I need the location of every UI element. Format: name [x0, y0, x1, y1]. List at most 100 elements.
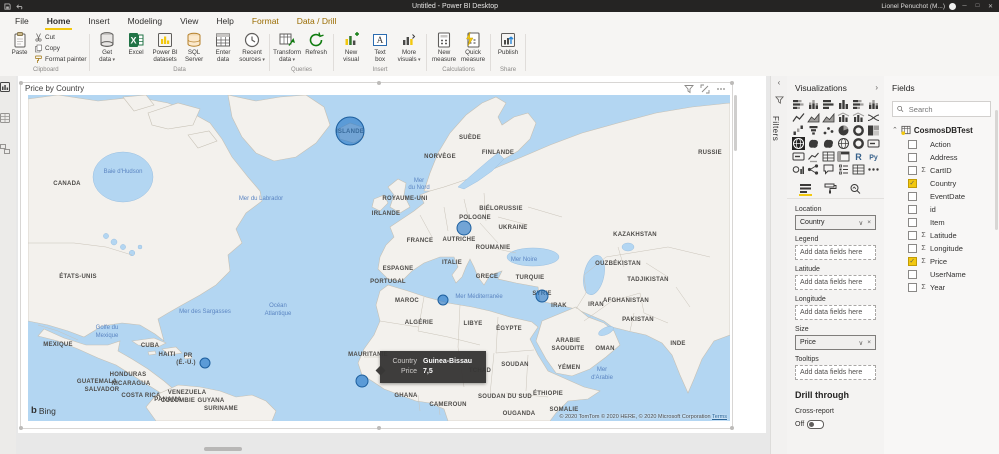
- viz-type-stacked-area-chart-icon[interactable]: [822, 111, 835, 124]
- well-legend[interactable]: Add data fields here: [795, 245, 876, 260]
- new-measure-button[interactable]: New measure: [430, 31, 459, 63]
- ribbon-tab-format[interactable]: Format: [243, 12, 288, 30]
- viz-type-map-icon[interactable]: [792, 137, 805, 150]
- field-checkbox[interactable]: [908, 166, 917, 175]
- recent-sources-button[interactable]: Recent sources ▾: [238, 31, 267, 63]
- field-checkbox[interactable]: [908, 205, 917, 214]
- remove-field-icon[interactable]: ×: [867, 219, 871, 227]
- well-longitude[interactable]: Add data fields here: [795, 305, 876, 320]
- viz-type-treemap-icon[interactable]: [867, 124, 880, 137]
- field-item-cartid[interactable]: Σ CartID: [884, 164, 999, 177]
- maximize-button[interactable]: □: [973, 3, 982, 9]
- viz-type-clustered-column-chart-icon[interactable]: [837, 98, 850, 111]
- terms-link[interactable]: Terms: [712, 414, 727, 420]
- field-item-longitude[interactable]: Σ Longitude: [884, 242, 999, 255]
- tab-fields[interactable]: [799, 181, 812, 196]
- power-bi-datasets-button[interactable]: Power BI datasets: [151, 31, 180, 63]
- viz-type-card-icon[interactable]: [867, 137, 880, 150]
- viz-type-r-script-visual-icon[interactable]: R: [852, 150, 865, 163]
- tunisia-bubble[interactable]: [437, 294, 449, 306]
- well-latitude[interactable]: Add data fields here: [795, 275, 876, 290]
- field-item-year[interactable]: Σ Year: [884, 281, 999, 294]
- resize-handle[interactable]: [19, 426, 23, 430]
- bing-map[interactable]: CANADA ÉTATS-UNIS MEXIQUE CUBA HAITI PR (É.-U.…: [28, 95, 730, 421]
- viz-type-line-stacked-column-chart-icon[interactable]: [837, 111, 850, 124]
- field-checkbox[interactable]: [908, 153, 917, 162]
- central-europe-bubble[interactable]: [456, 220, 472, 236]
- well-size[interactable]: Price ∨ ×: [795, 335, 876, 350]
- field-checkbox[interactable]: [908, 218, 917, 227]
- data-view-icon[interactable]: [0, 113, 10, 123]
- copy-button[interactable]: Copy: [34, 44, 87, 53]
- viz-type-arcgis-map-icon[interactable]: [837, 137, 850, 150]
- horizontal-scrollbar[interactable]: [16, 447, 760, 452]
- enter-data-button[interactable]: Enter data: [209, 31, 238, 63]
- ribbon-tab-insert[interactable]: Insert: [79, 12, 118, 30]
- paste-button[interactable]: Paste: [5, 31, 34, 57]
- field-checkbox[interactable]: [908, 140, 917, 149]
- account-name[interactable]: Lionel Penuchot (M...): [881, 3, 945, 10]
- report-view-icon[interactable]: [0, 82, 10, 92]
- ribbon-tab-data-drill[interactable]: Data / Drill: [288, 12, 346, 30]
- field-checkbox[interactable]: [908, 244, 917, 253]
- viz-type-area-chart-icon[interactable]: [807, 111, 820, 124]
- chevron-down-icon[interactable]: ∨: [858, 219, 863, 227]
- viz-type-stacked-column-chart-icon[interactable]: [807, 98, 820, 111]
- viz-type-paginated-report-icon[interactable]: [852, 163, 865, 176]
- collapse-visualizations-icon[interactable]: ›: [875, 83, 878, 92]
- field-checkbox[interactable]: [908, 192, 917, 201]
- expand-filters-icon[interactable]: ‹: [771, 76, 787, 90]
- more-visuals-button[interactable]: More visuals ▾: [395, 31, 424, 63]
- format-painter-button[interactable]: Format painter: [34, 55, 87, 64]
- viz-type-donut-chart-icon[interactable]: [852, 124, 865, 137]
- field-checkbox[interactable]: [908, 257, 917, 266]
- field-item-id[interactable]: id: [884, 203, 999, 216]
- fields-scrollbar[interactable]: [995, 110, 998, 230]
- viz-type-multirow-card-icon[interactable]: [792, 150, 805, 163]
- viz-type-decomposition-tree-icon[interactable]: [807, 163, 820, 176]
- field-item-username[interactable]: UserName: [884, 268, 999, 281]
- filter-icon[interactable]: [684, 84, 694, 94]
- ribbon-tab-modeling[interactable]: Modeling: [119, 12, 172, 30]
- field-checkbox[interactable]: [908, 283, 917, 292]
- resize-handle[interactable]: [376, 426, 381, 430]
- viz-type-qa-visual-icon[interactable]: [822, 163, 835, 176]
- viz-type-100-stacked-column-chart-icon[interactable]: [867, 98, 880, 111]
- chevron-down-icon[interactable]: ∨: [858, 339, 863, 347]
- table-node-cosmosdbtest[interactable]: ⌃ CosmosDBTest: [884, 117, 999, 138]
- save-icon[interactable]: [4, 2, 11, 10]
- field-item-item[interactable]: Item: [884, 216, 999, 229]
- viz-type-pie-chart-icon[interactable]: [837, 124, 850, 137]
- viz-type-clustered-bar-chart-icon[interactable]: [822, 98, 835, 111]
- viz-type-ribbon-chart-icon[interactable]: [867, 111, 880, 124]
- filters-pane-label[interactable]: Filters: [771, 116, 780, 141]
- viz-type-more-visuals-icon[interactable]: [867, 163, 880, 176]
- caribbean-bubble[interactable]: [199, 357, 211, 369]
- search-input[interactable]: [906, 103, 986, 115]
- remove-field-icon[interactable]: ×: [867, 339, 871, 347]
- viz-type-python-visual-icon[interactable]: Py: [867, 150, 880, 163]
- resize-handle[interactable]: [730, 81, 734, 85]
- field-checkbox[interactable]: [908, 231, 917, 240]
- ribbon-tab-file[interactable]: File: [6, 12, 38, 30]
- get-data-button[interactable]: Get data ▾: [93, 31, 122, 63]
- report-canvas[interactable]: Price by Country CANADA ÉTATS-UNIS MEXIQ…: [16, 76, 770, 454]
- field-item-eventdate[interactable]: EventDate: [884, 190, 999, 203]
- field-item-address[interactable]: Address: [884, 151, 999, 164]
- model-view-icon[interactable]: [0, 144, 10, 154]
- viz-type-gauge-icon[interactable]: [852, 137, 865, 150]
- viz-type-key-influencers-icon[interactable]: [792, 163, 805, 176]
- minimize-button[interactable]: ─: [960, 3, 969, 9]
- map-visual[interactable]: Price by Country CANADA ÉTATS-UNIS MEXIQ…: [19, 81, 734, 430]
- well-location[interactable]: Country ∨ ×: [795, 215, 876, 230]
- viz-type-shape-map-icon[interactable]: [822, 137, 835, 150]
- new-visual-button[interactable]: New visual: [337, 31, 366, 63]
- viz-type-100-stacked-bar-chart-icon[interactable]: [852, 98, 865, 111]
- field-item-country[interactable]: Country: [884, 177, 999, 190]
- more-options-icon[interactable]: [716, 84, 726, 94]
- field-item-price[interactable]: Σ Price: [884, 255, 999, 268]
- resize-handle[interactable]: [730, 426, 734, 430]
- sql-server-button[interactable]: SQL Server: [180, 31, 209, 63]
- quick-measure-button[interactable]: Quick measure: [459, 31, 488, 63]
- tab-analytics[interactable]: [849, 181, 862, 196]
